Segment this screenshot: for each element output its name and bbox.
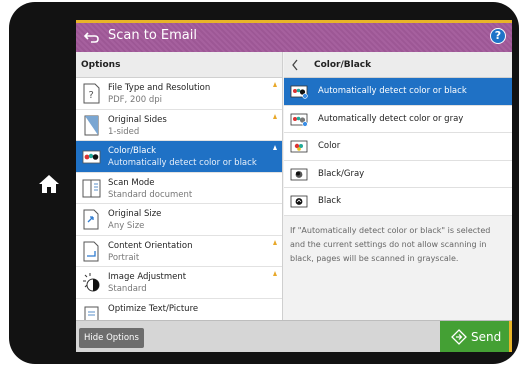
option-original-size[interactable]: Original Size Any Size [76, 204, 282, 236]
detail-title: Color/Black [314, 60, 372, 70]
option-image-adjustment[interactable]: Image Adjustment Standard [76, 267, 282, 299]
back-arrow-icon[interactable] [84, 29, 100, 45]
bottom-bar: Hide Options Send [76, 320, 512, 352]
title-bar: Scan to Email ? [76, 20, 512, 52]
control-panel-screen: Scan to Email ? Options ? File Type and … [76, 20, 512, 352]
option-title: File Type and Resolution [108, 83, 211, 93]
choice-label: Automatically detect color or black [318, 86, 467, 96]
printer-bezel: Scan to Email ? Options ? File Type and … [9, 2, 519, 364]
original-sides-icon [84, 115, 99, 135]
info-note: If "Automatically detect color or black"… [290, 225, 491, 263]
color-black-panel: Color/Black Automatically detect color o… [284, 52, 512, 338]
option-value: Standard [108, 284, 147, 294]
option-value: 1-sided [108, 126, 140, 137]
option-file-type[interactable]: ? File Type and Resolution PDF, 200 dpi [76, 78, 282, 110]
option-value: Standard document [108, 189, 193, 200]
file-type-icon: ? [83, 83, 100, 104]
option-title: Scan Mode [108, 177, 155, 188]
auto-color-black-icon [290, 85, 308, 99]
choice-black-gray[interactable]: Black/Gray [284, 160, 512, 188]
svg-text:?: ? [89, 90, 94, 101]
option-title: Image Adjustment [108, 272, 187, 282]
black-icon [290, 195, 308, 208]
warning-icon [273, 113, 277, 119]
choice-label: Automatically detect color or gray [318, 113, 464, 124]
warning-icon [273, 82, 277, 87]
choice-auto-color-gray[interactable]: Automatically detect color or gray [284, 105, 512, 133]
option-color-black[interactable]: Color/Black Automatically detect color o… [76, 141, 282, 173]
option-value: PDF, 200 dpi [108, 95, 163, 105]
send-label: Send [471, 330, 502, 344]
options-header: Options [76, 52, 282, 78]
option-content-orientation[interactable]: Content Orientation Portrait [76, 235, 282, 267]
option-value: Portrait [108, 252, 140, 263]
warning-icon [273, 145, 277, 150]
choice-label: Black [318, 196, 341, 206]
orientation-icon [83, 241, 99, 261]
send-button[interactable]: Send [440, 321, 512, 352]
option-title: Original Sides [108, 114, 167, 125]
auto-color-gray-icon [290, 113, 308, 127]
option-original-sides[interactable]: Original Sides 1-sided [76, 109, 282, 141]
help-icon[interactable]: ? [490, 28, 506, 44]
warning-icon [273, 239, 277, 245]
choice-label: Color [318, 141, 341, 151]
option-title: Optimize Text/Picture [108, 303, 199, 314]
home-icon[interactable] [37, 172, 61, 196]
detail-header: Color/Black [284, 52, 512, 78]
send-icon [451, 329, 467, 345]
chevron-left-icon[interactable] [290, 58, 300, 72]
options-panel: Options ? File Type and Resolution PDF, … [76, 52, 283, 338]
black-gray-icon [290, 168, 308, 180]
hide-options-button[interactable]: Hide Options [79, 328, 144, 348]
warning-icon [273, 271, 277, 276]
choice-label: Black/Gray [318, 168, 365, 179]
choice-color[interactable]: Color [284, 133, 512, 161]
original-size-icon [83, 209, 99, 230]
page-title: Scan to Email [108, 28, 197, 43]
choice-black[interactable]: Black [284, 188, 512, 216]
option-title: Color/Black [108, 146, 157, 156]
option-value: Automatically detect color or black [108, 158, 257, 168]
image-adjustment-icon [83, 273, 100, 292]
option-value: Any Size [108, 221, 145, 231]
color-black-icon [82, 150, 101, 164]
option-title: Content Orientation [108, 240, 193, 251]
choice-auto-color-black[interactable]: Automatically detect color or black [284, 78, 512, 106]
option-title: Original Size [108, 209, 162, 219]
scan-mode-icon [82, 179, 101, 197]
color-icon [290, 140, 308, 153]
option-scan-mode[interactable]: Scan Mode Standard document [76, 172, 282, 204]
